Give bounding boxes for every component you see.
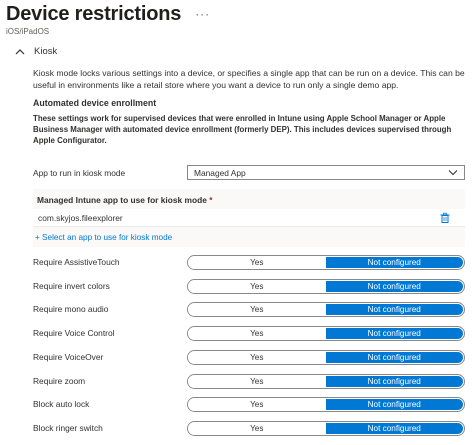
- select-app-link[interactable]: + Select an app to use for kiosk mode: [35, 233, 172, 242]
- setting-row: Require Voice Control Yes Not configured: [33, 326, 465, 342]
- setting-row: Block ringer switch Yes Not configured: [33, 420, 465, 437]
- page-subtitle: iOS/iPadOS: [6, 27, 50, 36]
- title-row: Device restrictions ···: [6, 2, 466, 26]
- managed-app-label: Managed Intune app to use for kiosk mode…: [37, 195, 212, 205]
- setting-toggle: Yes Not configured: [187, 326, 465, 342]
- not-configured-option[interactable]: Not configured: [325, 280, 463, 292]
- yes-option[interactable]: Yes: [188, 327, 326, 341]
- setting-row: Block auto lock Yes Not configured: [33, 397, 465, 413]
- setting-toggle: Yes Not configured: [187, 397, 465, 413]
- setting-toggle: Yes Not configured: [187, 278, 465, 294]
- setting-toggle: Yes Not configured: [187, 373, 465, 389]
- page-title: Device restrictions: [6, 3, 182, 25]
- setting-label: Require AssistiveTouch: [33, 257, 120, 267]
- setting-row: Require VoiceOver Yes Not configured: [33, 349, 465, 366]
- page-header: Device restrictions ··· iOS/iPadOS: [6, 2, 466, 36]
- setting-label: Require zoom: [33, 375, 86, 386]
- chevron-down-icon: [448, 170, 458, 176]
- setting-label: Block auto lock: [33, 399, 90, 410]
- setting-label: Require invert colors: [33, 280, 110, 291]
- kiosk-mode-dropdown[interactable]: Managed App: [187, 165, 465, 180]
- trash-icon[interactable]: [439, 212, 451, 224]
- not-configured-option[interactable]: Not configured: [325, 422, 463, 434]
- managed-app-panel: Managed Intune app to use for kiosk mode…: [33, 189, 465, 247]
- yes-option[interactable]: Yes: [188, 303, 326, 317]
- setting-toggle: Yes Not configured: [187, 349, 465, 365]
- setting-label: Require Voice Control: [33, 328, 115, 339]
- yes-option[interactable]: Yes: [188, 398, 326, 412]
- section-title: Kiosk: [34, 46, 58, 57]
- not-configured-option[interactable]: Not configured: [325, 257, 463, 268]
- setting-label: Block ringer switch: [33, 422, 103, 433]
- not-configured-option[interactable]: Not configured: [325, 328, 463, 340]
- yes-option[interactable]: Yes: [188, 350, 326, 364]
- setting-toggle: Yes Not configured: [187, 420, 465, 436]
- not-configured-option[interactable]: Not configured: [325, 399, 463, 411]
- setting-row: Require zoom Yes Not configured: [33, 373, 465, 390]
- more-options-icon[interactable]: ···: [195, 6, 210, 22]
- not-configured-option[interactable]: Not configured: [325, 375, 463, 387]
- setting-row: Require invert colors Yes Not configured: [33, 278, 465, 295]
- kiosk-section-toggle[interactable]: Kiosk: [14, 46, 57, 57]
- not-configured-option[interactable]: Not configured: [325, 351, 463, 363]
- kiosk-content: Kiosk mode locks various settings into a…: [33, 67, 465, 146]
- kiosk-mode-row: App to run in kiosk mode Managed App: [33, 165, 465, 182]
- yes-option[interactable]: Yes: [188, 279, 326, 293]
- setting-toggle: Yes Not configured: [187, 302, 465, 318]
- not-configured-option[interactable]: Not configured: [325, 304, 463, 316]
- setting-row: Require mono audio Yes Not configured: [33, 302, 465, 318]
- setting-toggle: Yes Not configured: [187, 255, 465, 270]
- managed-app-label-text: Managed Intune app to use for kiosk mode: [37, 195, 207, 205]
- setting-row: Require AssistiveTouch Yes Not configured: [33, 255, 465, 271]
- kiosk-description: Kiosk mode locks various settings into a…: [33, 68, 465, 90]
- kiosk-mode-label: App to run in kiosk mode: [33, 168, 126, 178]
- yes-option[interactable]: Yes: [188, 256, 326, 269]
- setting-label: Require mono audio: [33, 304, 109, 315]
- required-mark: *: [209, 195, 213, 205]
- app-name: com.skyjos.fileexplorer: [38, 213, 123, 223]
- chevron-up-icon: [15, 48, 25, 54]
- yes-option[interactable]: Yes: [188, 421, 326, 435]
- ade-heading: Automated device enrollment: [33, 98, 157, 108]
- yes-option[interactable]: Yes: [188, 374, 326, 388]
- ade-description: These settings work for supervised devic…: [33, 114, 452, 145]
- dropdown-value: Managed App: [194, 167, 246, 178]
- setting-label: Require VoiceOver: [33, 351, 104, 362]
- list-item: com.skyjos.fileexplorer: [33, 209, 465, 227]
